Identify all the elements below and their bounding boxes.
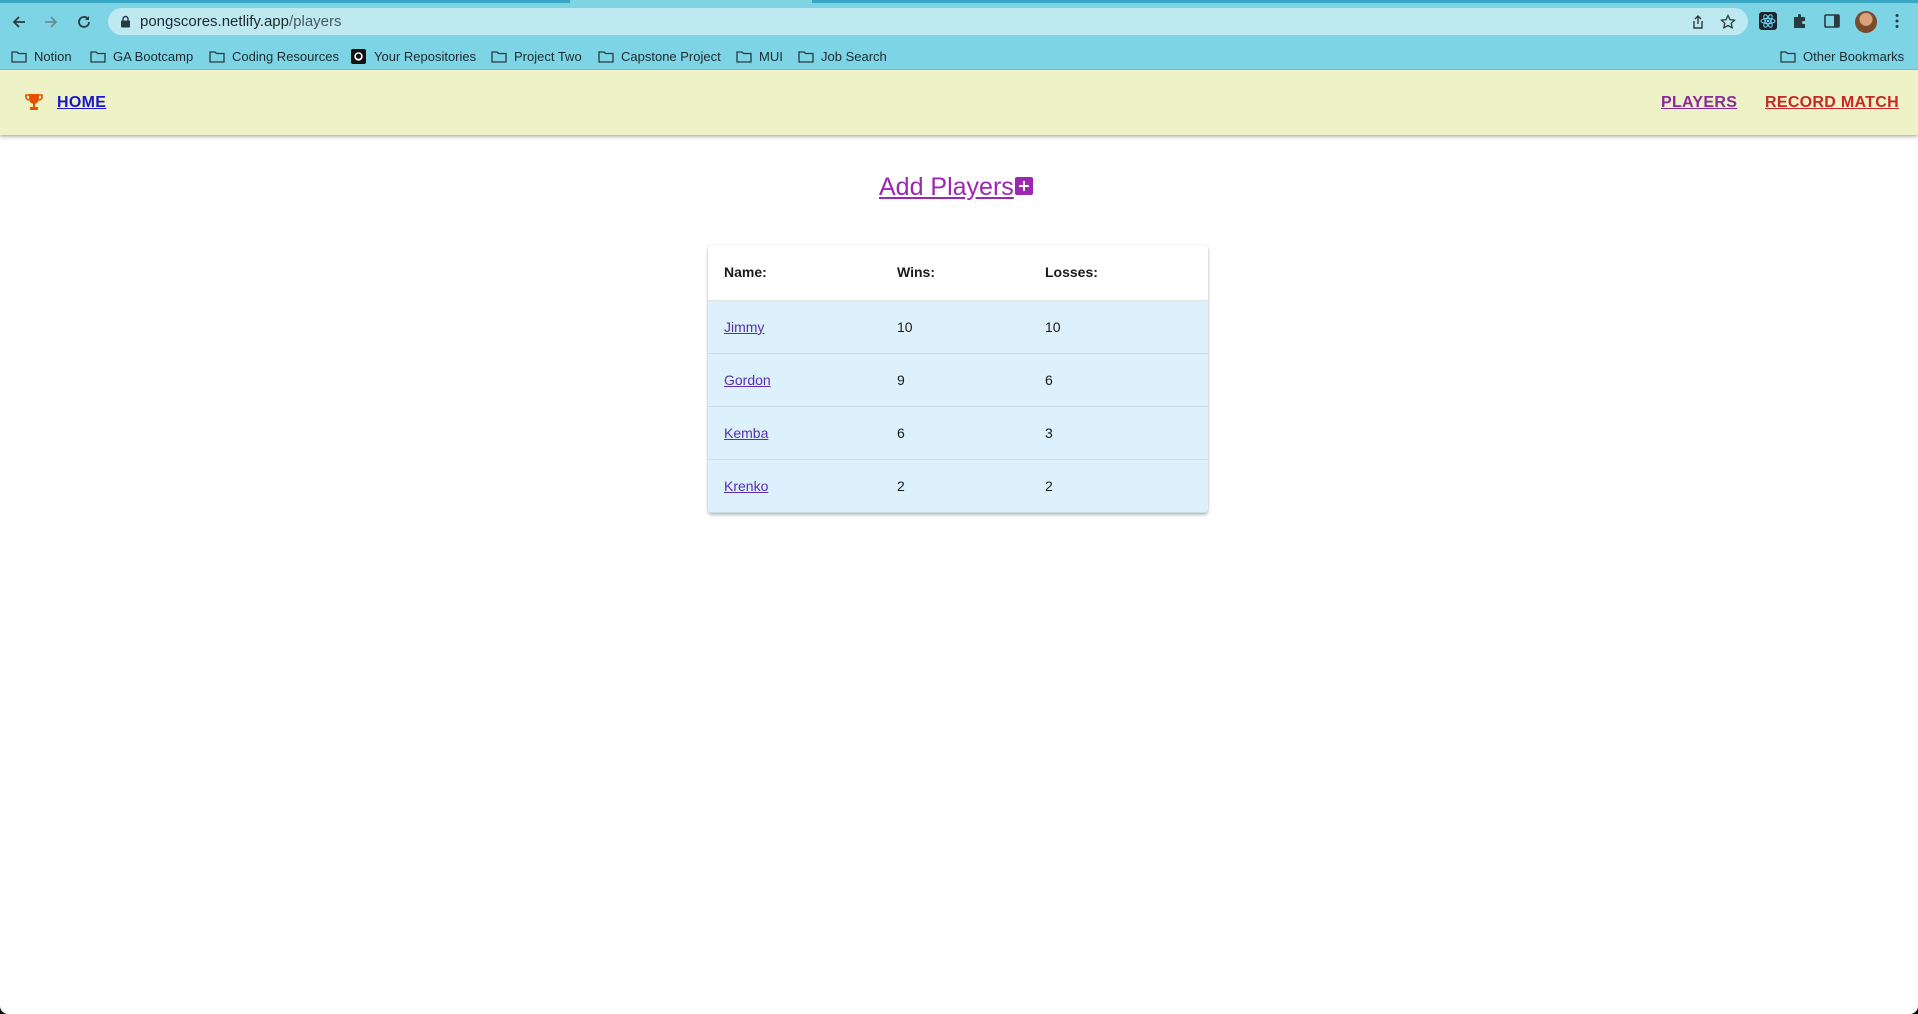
add-box-icon[interactable]: [1015, 177, 1033, 195]
folder-icon: [736, 50, 752, 63]
wins-cell: 9: [897, 372, 905, 388]
player-name-link[interactable]: Jimmy: [724, 319, 764, 335]
profile-avatar[interactable]: [1855, 11, 1877, 33]
folder-icon: [11, 50, 27, 63]
losses-cell: 6: [1045, 372, 1053, 388]
players-table: Name: Wins: Losses: Jimmy 10 10 Gordon 9…: [708, 245, 1208, 513]
wins-cell: 2: [897, 478, 905, 494]
player-name-link[interactable]: Gordon: [724, 372, 771, 388]
home-link[interactable]: HOME: [57, 94, 106, 112]
folder-icon: [90, 50, 106, 63]
bookmark-mui[interactable]: MUI: [736, 47, 783, 65]
lock-icon: [121, 15, 130, 28]
add-players-link[interactable]: Add Players: [879, 173, 1014, 202]
column-header-name: Name:: [724, 264, 767, 280]
folder-icon: [1780, 50, 1796, 63]
side-panel-icon[interactable]: [1823, 12, 1841, 30]
player-name-link[interactable]: Krenko: [724, 478, 768, 494]
react-devtools-icon[interactable]: [1759, 12, 1777, 30]
browser-toolbar: pongscores.netlify.app/players: [0, 3, 1918, 40]
wins-cell: 10: [897, 319, 913, 335]
bookmark-capstone-project[interactable]: Capstone Project: [598, 47, 721, 65]
table-row: Jimmy 10 10: [708, 301, 1208, 354]
trophy-icon: [25, 94, 43, 110]
bookmark-coding-resources[interactable]: Coding Resources: [209, 47, 339, 65]
address-bar[interactable]: pongscores.netlify.app/players: [108, 8, 1748, 35]
losses-cell: 3: [1045, 425, 1053, 441]
bookmark-other-bookmarks[interactable]: Other Bookmarks: [1780, 47, 1904, 65]
bookmark-ga-bootcamp[interactable]: GA Bootcamp: [90, 47, 193, 65]
reload-icon[interactable]: [73, 11, 95, 33]
bookmarks-bar: Notion GA Bootcamp Coding Resources Your…: [0, 40, 1918, 70]
table-row: Kemba 6 3: [708, 407, 1208, 460]
extensions-puzzle-icon[interactable]: [1791, 12, 1809, 30]
record-match-link[interactable]: RECORD MATCH: [1765, 94, 1899, 112]
table-row: Krenko 2 2: [708, 460, 1208, 513]
losses-cell: 10: [1045, 319, 1061, 335]
players-link[interactable]: PLAYERS: [1661, 94, 1737, 112]
column-header-wins: Wins:: [897, 264, 935, 280]
folder-icon: [798, 50, 814, 63]
bookmark-your-repositories[interactable]: Your Repositories: [351, 47, 476, 65]
wins-cell: 6: [897, 425, 905, 441]
url-text[interactable]: pongscores.netlify.app/players: [140, 13, 342, 30]
bookmark-job-search[interactable]: Job Search: [798, 47, 887, 65]
table-header: Name: Wins: Losses:: [708, 245, 1208, 301]
forward-arrow-icon[interactable]: [40, 11, 62, 33]
folder-icon: [491, 50, 507, 63]
folder-icon: [598, 50, 614, 63]
bookmark-project-two[interactable]: Project Two: [491, 47, 582, 65]
column-header-losses: Losses:: [1045, 264, 1098, 280]
losses-cell: 2: [1045, 478, 1053, 494]
bookmark-notion[interactable]: Notion: [11, 47, 72, 65]
browser-window: pongscores.netlify.app/players Notion GA…: [0, 0, 1918, 1014]
github-icon: [351, 48, 366, 64]
table-row: Gordon 9 6: [708, 354, 1208, 407]
back-arrow-icon[interactable]: [8, 11, 30, 33]
app-header: HOME PLAYERS RECORD MATCH: [0, 70, 1918, 135]
share-icon[interactable]: [1690, 14, 1706, 30]
star-icon[interactable]: [1720, 14, 1736, 30]
more-menu-icon[interactable]: [1888, 12, 1906, 30]
player-name-link[interactable]: Kemba: [724, 425, 768, 441]
folder-icon: [209, 50, 225, 63]
